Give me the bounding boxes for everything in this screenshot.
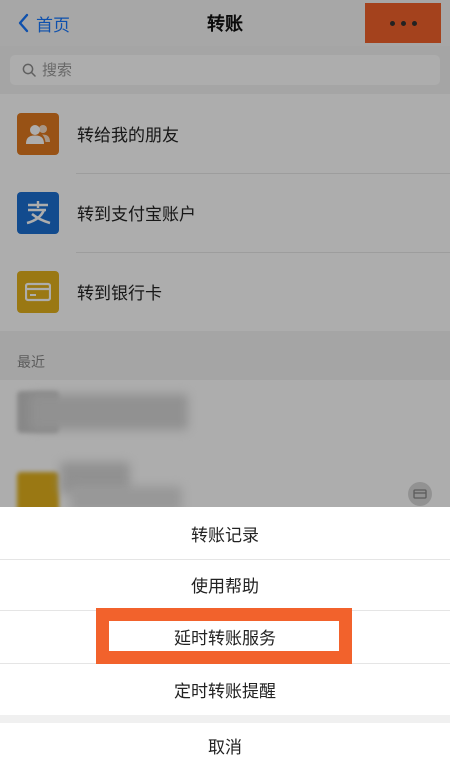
sheet-item-delayed-transfer[interactable]: 延时转账服务 bbox=[0, 610, 450, 663]
sheet-item-label: 延时转账服务 bbox=[174, 629, 276, 649]
sheet-item-label: 转账记录 bbox=[191, 525, 259, 546]
action-sheet: 转账记录 使用帮助 延时转账服务 定时转账提醒 取消 bbox=[0, 507, 450, 768]
sheet-item-scheduled-reminder[interactable]: 定时转账提醒 bbox=[0, 663, 450, 715]
cancel-label: 取消 bbox=[208, 738, 242, 758]
cancel-button[interactable]: 取消 bbox=[0, 723, 450, 768]
sheet-item-help[interactable]: 使用帮助 bbox=[0, 559, 450, 610]
sheet-item-label: 使用帮助 bbox=[191, 577, 259, 597]
sheet-item-records[interactable]: 转账记录 bbox=[0, 507, 450, 559]
sheet-item-label: 定时转账提醒 bbox=[174, 681, 276, 702]
